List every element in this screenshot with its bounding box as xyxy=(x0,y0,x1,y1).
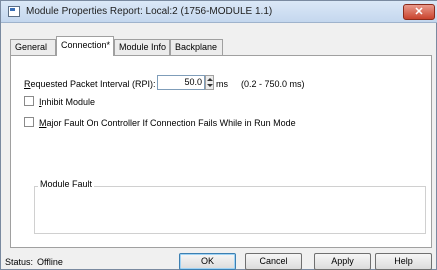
status-value: Offline xyxy=(37,257,63,267)
module-fault-group xyxy=(34,186,426,234)
cancel-button[interactable]: Cancel xyxy=(245,253,302,270)
module-properties-window: Module Properties Report: Local:2 (1756-… xyxy=(0,0,437,270)
tab-backplane[interactable]: Backplane xyxy=(170,39,223,55)
rpi-range: (0.2 - 750.0 ms) xyxy=(241,79,305,89)
help-button[interactable]: Help xyxy=(375,253,432,270)
rpi-spinner[interactable] xyxy=(205,75,214,90)
apply-button[interactable]: Apply xyxy=(314,253,371,270)
status-label: Status: xyxy=(5,257,34,267)
module-fault-title: Module Fault xyxy=(38,179,95,189)
window-title: Module Properties Report: Local:2 (1756-… xyxy=(26,6,273,17)
spin-up-icon[interactable] xyxy=(207,78,213,81)
rpi-input[interactable]: 50.0 xyxy=(157,75,205,90)
spin-down-icon[interactable] xyxy=(207,84,213,87)
inhibit-module-checkbox[interactable] xyxy=(24,96,34,106)
rpi-unit: ms xyxy=(216,79,228,89)
major-fault-label[interactable]: Major Fault On Controller If Connection … xyxy=(39,118,296,128)
tab-connection[interactable]: Connection* xyxy=(56,36,114,56)
window-icon xyxy=(8,6,20,17)
tab-module-info[interactable]: Module Info xyxy=(114,39,170,55)
ok-button[interactable]: OK xyxy=(179,253,236,270)
major-fault-checkbox[interactable] xyxy=(24,117,34,127)
inhibit-module-label[interactable]: Inhibit Module xyxy=(39,97,95,107)
title-bar[interactable]: Module Properties Report: Local:2 (1756-… xyxy=(1,1,437,23)
close-button[interactable]: ✕ xyxy=(403,4,435,20)
rpi-label: Requested Packet Interval (RPI): xyxy=(24,79,156,89)
tab-general[interactable]: General xyxy=(10,39,56,55)
